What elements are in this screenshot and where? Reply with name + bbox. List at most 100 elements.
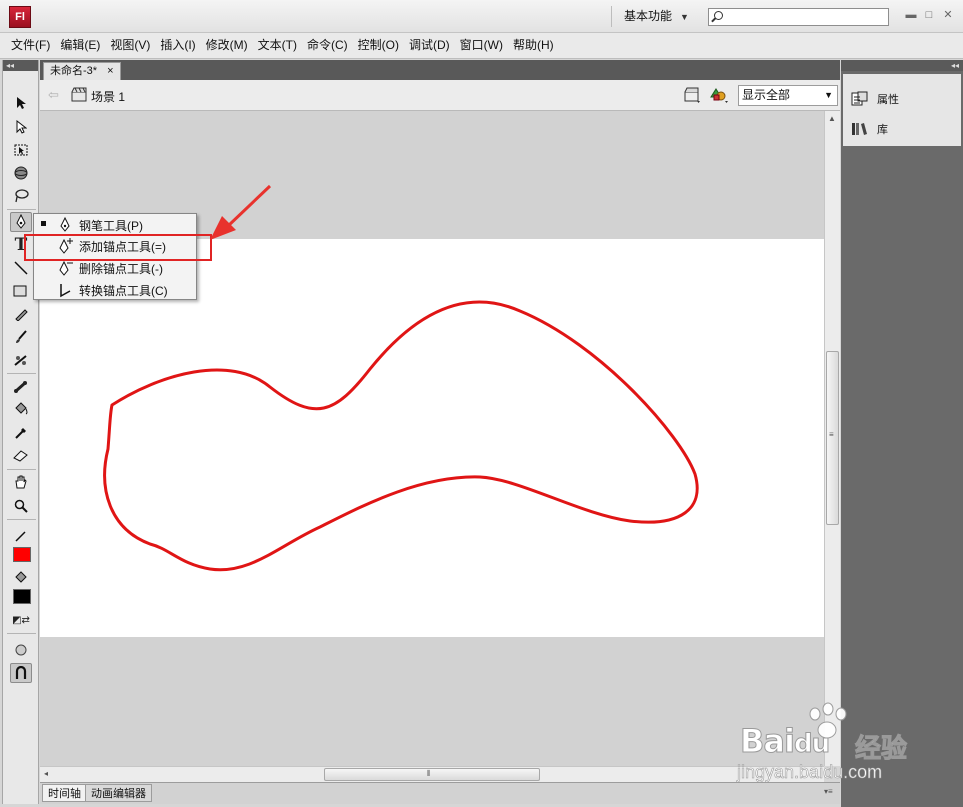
stage-pasteboard [40, 111, 824, 766]
edit-scene-icon[interactable] [683, 86, 703, 104]
close-window-button[interactable]: ✕ [941, 8, 955, 22]
menu-item-label: 钢笔工具(P) [79, 219, 143, 233]
panel-buttons: 属性 库 [843, 74, 961, 146]
menu-debug[interactable]: 调试(D) [404, 33, 455, 58]
bone-tool-icon[interactable] [10, 377, 32, 397]
tools-panel: ◂◂ T ◩⇄ [2, 60, 39, 804]
vertical-scroll-thumb[interactable]: ≡ [826, 351, 839, 525]
document-tab[interactable]: 未命名-3* × [43, 62, 121, 80]
pencil-tool-icon[interactable] [10, 304, 32, 324]
document-title: 未命名-3* [50, 65, 98, 77]
zoom-select[interactable]: 显示全部 ▼ [738, 85, 838, 106]
hand-tool-icon[interactable] [10, 472, 32, 492]
stroke-color-swatch[interactable] [13, 547, 31, 562]
menu-commands[interactable]: 命令(C) [302, 33, 353, 58]
edit-symbol-icon[interactable] [710, 86, 730, 104]
stroke-color-pencil-icon [10, 526, 32, 546]
swap-colors-icon[interactable]: ◩⇄ [10, 610, 32, 630]
red-outline-shape[interactable] [103, 300, 699, 572]
workspace-switcher[interactable]: 基本功能 ▼ [611, 6, 689, 27]
menu-item-label: 转换锚点工具(C) [79, 284, 168, 298]
zoom-tool-icon[interactable] [10, 496, 32, 516]
horizontal-scroll-thumb[interactable]: ⦀ [324, 768, 540, 781]
convert-anchor-icon [60, 284, 71, 298]
properties-label: 属性 [877, 94, 899, 106]
fill-color-bucket-icon [10, 568, 32, 588]
title-bar: Fl 基本功能 ▼ ▬ □ ✕ [0, 0, 963, 33]
scene-icon [71, 87, 87, 102]
close-icon[interactable]: × [107, 65, 113, 77]
chevron-down-icon: ▼ [824, 90, 833, 100]
selected-indicator-icon [41, 221, 46, 226]
minimize-button[interactable]: ▬ [904, 8, 918, 22]
pen-icon [60, 216, 70, 232]
deco-tool-icon[interactable] [10, 350, 32, 370]
library-icon [852, 123, 867, 135]
bottom-panel-tabs: 时间轴 动画编辑器 ▾≡ [40, 782, 840, 804]
menu-modify[interactable]: 修改(M) [201, 33, 253, 58]
toolbar-divider [7, 373, 36, 374]
object-drawing-icon[interactable] [10, 640, 32, 660]
paint-bucket-tool-icon[interactable] [10, 400, 32, 420]
grip-icon: ≡ [829, 430, 834, 439]
menu-item-pen-tool[interactable]: 钢笔工具(P) [34, 214, 196, 236]
zoom-value: 显示全部 [742, 88, 791, 102]
toolbar-divider [7, 519, 36, 520]
menu-bar: 文件(F) 编辑(E) 视图(V) 插入(I) 修改(M) 文本(T) 命令(C… [0, 33, 963, 59]
menu-help[interactable]: 帮助(H) [508, 33, 559, 58]
chevron-down-icon: ▼ [680, 12, 689, 22]
lasso-tool-icon[interactable] [10, 186, 32, 206]
grip-icon: ⦀ [427, 769, 431, 778]
tab-timeline[interactable]: 时间轴 [42, 784, 87, 802]
document-tab-strip: 未命名-3* × [40, 60, 840, 80]
menu-edit[interactable]: 编辑(E) [55, 33, 105, 58]
menu-window[interactable]: 窗口(W) [455, 33, 508, 58]
red-arrow-annotation [210, 184, 272, 240]
menu-item-label: 删除锚点工具(-) [79, 262, 163, 276]
properties-icon [851, 91, 868, 106]
eyedropper-tool-icon[interactable] [10, 423, 32, 443]
brush-tool-icon[interactable] [10, 327, 32, 347]
menu-view[interactable]: 视图(V) [105, 33, 155, 58]
line-tool-icon[interactable] [10, 258, 32, 278]
delete-anchor-pen-icon [59, 260, 73, 276]
menu-insert[interactable]: 插入(I) [155, 33, 200, 58]
fill-color-swatch[interactable] [13, 589, 31, 604]
collapse-icon[interactable]: ◂◂ [841, 60, 963, 71]
properties-button[interactable]: 属性 [851, 88, 899, 110]
panel-menu-icon[interactable]: ▾≡ [824, 787, 833, 796]
flash-logo: Fl [9, 6, 31, 28]
rectangle-tool-icon[interactable] [10, 281, 32, 301]
selection-tool-icon[interactable] [10, 93, 32, 113]
workspace-label: 基本功能 [624, 9, 673, 23]
free-transform-tool-icon[interactable] [10, 140, 32, 160]
toolbar-divider [7, 469, 36, 470]
snap-to-objects-icon[interactable] [10, 663, 32, 683]
edit-bar: ⇦ 场景 1 显示全部 ▼ [40, 80, 840, 111]
scene-label: 场景 1 [91, 90, 126, 104]
scroll-left-icon[interactable]: ◂ [44, 769, 48, 778]
help-search-input[interactable] [708, 8, 889, 26]
highlight-annotation-box [24, 234, 212, 261]
back-arrow-icon[interactable]: ⇦ [48, 87, 59, 103]
toolbar-divider [7, 633, 36, 634]
vertical-scrollbar[interactable]: ▲ ≡ [824, 111, 840, 766]
toolbar-divider [7, 209, 36, 210]
menu-file[interactable]: 文件(F) [6, 33, 55, 58]
pen-tool-icon[interactable] [10, 212, 32, 232]
menu-control[interactable]: 控制(O) [353, 33, 404, 58]
tab-motion-editor[interactable]: 动画编辑器 [85, 784, 152, 802]
menu-item-convert-anchor-point[interactable]: 转换锚点工具(C) [34, 279, 196, 301]
search-icon [714, 11, 723, 20]
subselection-tool-icon[interactable] [10, 117, 32, 137]
right-panel-dock: ◂◂ 属性 库 [841, 60, 963, 807]
collapse-icon[interactable]: ◂◂ [3, 60, 38, 71]
library-label: 库 [877, 124, 888, 136]
scroll-up-icon[interactable]: ▲ [828, 114, 836, 123]
library-button[interactable]: 库 [851, 118, 888, 140]
maximize-button[interactable]: □ [922, 8, 936, 22]
menu-text[interactable]: 文本(T) [253, 33, 302, 58]
eraser-tool-icon[interactable] [10, 446, 32, 466]
3d-rotation-tool-icon[interactable] [10, 163, 32, 183]
horizontal-scrollbar[interactable]: ◂ ⦀ [40, 766, 824, 782]
